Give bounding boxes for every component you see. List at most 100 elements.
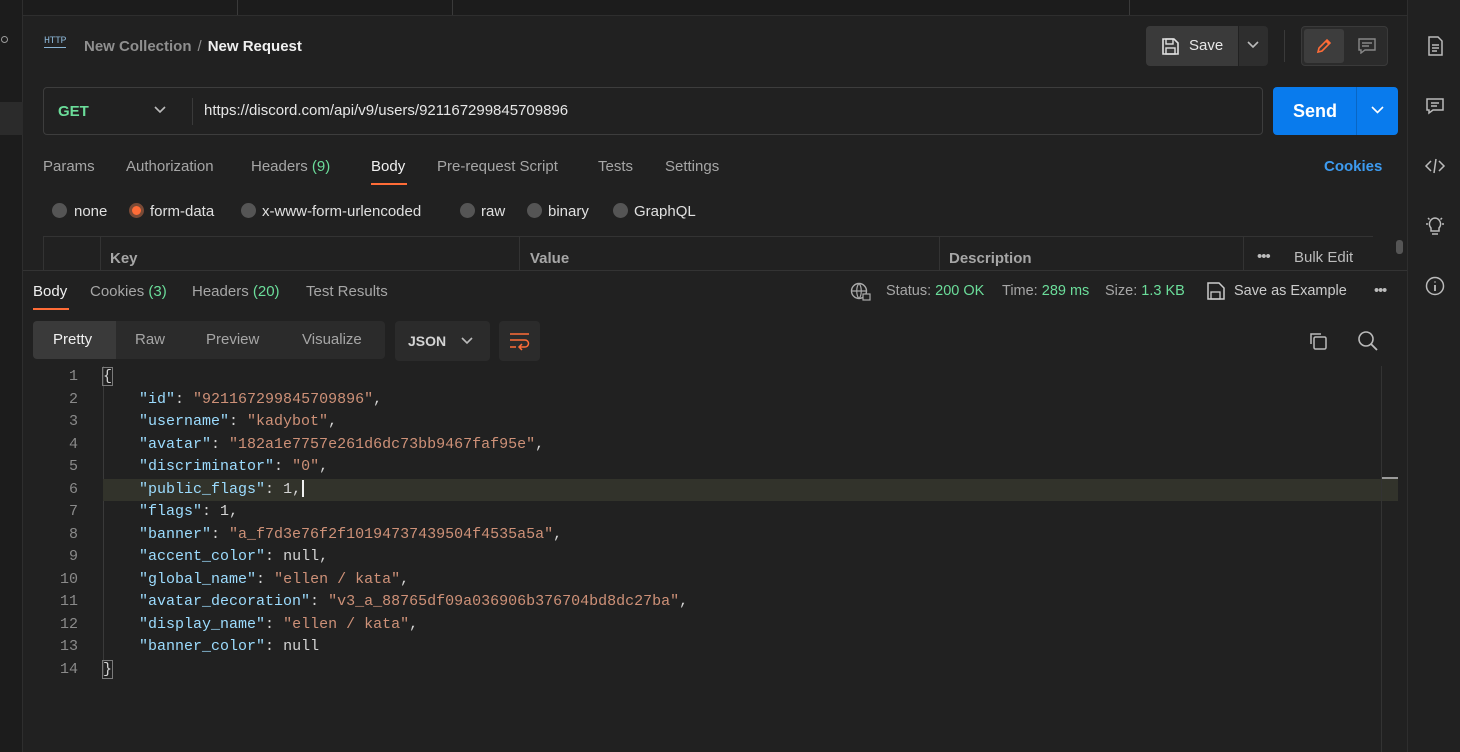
editor-scrollbar[interactable]: [1381, 366, 1382, 752]
code-line: 1{: [23, 366, 1398, 389]
request-tabs: Params Authorization Headers (9) Body Pr…: [43, 156, 1393, 186]
save-label: Save: [1189, 37, 1224, 54]
view-pretty-label: Pretty: [53, 331, 93, 348]
status-indicator: Status: 200 OK: [886, 283, 984, 299]
time-indicator: Time: 289 ms: [1002, 283, 1089, 299]
comment-mode-button[interactable]: [1348, 29, 1386, 63]
json-value: 1: [283, 480, 293, 498]
tab-tests[interactable]: Tests: [598, 158, 633, 175]
save-as-example-button[interactable]: Save as Example: [1234, 283, 1347, 299]
line-number: 4: [68, 435, 78, 453]
pane-resize-handle[interactable]: [23, 270, 1407, 271]
status-value: 200 OK: [935, 283, 985, 299]
size-label: Size:: [1105, 283, 1138, 299]
more-options-icon[interactable]: •••: [1257, 248, 1271, 265]
edit-mode-button[interactable]: [1304, 29, 1344, 63]
json-key: "avatar": [139, 435, 212, 453]
json-value: "v3_a_88765df09a036906b376704bd8dc27ba": [328, 593, 680, 610]
table-col-border: [100, 237, 101, 271]
format-select-value: JSON: [408, 333, 447, 349]
line-number: 3: [68, 413, 78, 430]
line-number: 11: [59, 593, 78, 610]
tab-prerequest-script[interactable]: Pre-request Script: [437, 158, 558, 175]
header-divider: [1284, 30, 1285, 62]
method-select[interactable]: GET: [58, 103, 89, 120]
code-line: 2 "id": "921167299845709896",: [23, 389, 1398, 412]
radio-raw-label[interactable]: raw: [481, 203, 505, 220]
text-cursor: [302, 480, 305, 498]
tab-params[interactable]: Params: [43, 158, 95, 175]
lightbulb-icon[interactable]: [1424, 215, 1446, 237]
sidebar-dot-icon[interactable]: [1, 36, 8, 43]
wrap-lines-button[interactable]: [499, 321, 540, 361]
save-dropdown-button[interactable]: [1239, 26, 1268, 66]
save-button[interactable]: Save: [1146, 26, 1238, 66]
chat-icon[interactable]: [1424, 95, 1446, 117]
line-number: 1: [68, 368, 78, 385]
code-line: 5 "discriminator": "0",: [23, 456, 1398, 479]
format-select[interactable]: JSON: [395, 321, 490, 361]
response-more-icon[interactable]: •••: [1374, 283, 1387, 299]
response-body-editor[interactable]: 1{2 "id": "921167299845709896", 3 "userna…: [23, 366, 1398, 752]
chevron-down-icon[interactable]: [1371, 106, 1384, 114]
radio-form-data-label[interactable]: form-data: [150, 203, 214, 220]
bulk-edit-button[interactable]: Bulk Edit: [1294, 249, 1353, 266]
response-tab-test-results[interactable]: Test Results: [306, 283, 388, 300]
tab-authorization[interactable]: Authorization: [126, 158, 214, 175]
sidebar-selected-item[interactable]: [0, 102, 23, 135]
radio-none-label[interactable]: none: [74, 203, 107, 220]
radio-graphql[interactable]: [613, 203, 628, 218]
code-icon[interactable]: [1424, 155, 1446, 177]
tab-separator: [452, 0, 453, 15]
document-icon[interactable]: [1424, 35, 1446, 57]
response-tab-cookies[interactable]: Cookies (3): [90, 283, 167, 300]
request-scrollbar[interactable]: [1396, 240, 1403, 254]
response-tab-cookies-label: Cookies: [90, 283, 145, 300]
radio-binary[interactable]: [527, 203, 542, 218]
json-key: "banner": [139, 525, 212, 543]
json-key: "discriminator": [139, 458, 275, 475]
active-tab-indicator: [33, 308, 69, 310]
table-col-border: [43, 237, 44, 271]
view-visualize-button[interactable]: Visualize: [302, 331, 362, 348]
size-value: 1.3 KB: [1141, 283, 1185, 299]
breadcrumb-separator: /: [197, 38, 202, 55]
chevron-down-icon[interactable]: [154, 106, 166, 114]
send-button[interactable]: Send: [1273, 87, 1398, 135]
code-line: 14}: [23, 659, 1398, 682]
tab-headers[interactable]: Headers (9): [251, 158, 330, 175]
code-content: "discriminator": "0",: [139, 458, 329, 475]
json-key: "id": [139, 390, 176, 408]
http-icon: HTTP: [44, 36, 67, 48]
code-content: }: [101, 659, 114, 682]
save-icon: [1207, 282, 1225, 300]
radio-urlencoded-label[interactable]: x-www-form-urlencoded: [262, 203, 421, 220]
globe-icon[interactable]: [850, 282, 871, 302]
line-number: 5: [68, 458, 78, 475]
response-tab-headers-label: Headers: [192, 283, 249, 300]
view-raw-button[interactable]: Raw: [135, 331, 165, 348]
line-number: 8: [68, 525, 78, 543]
radio-binary-label[interactable]: binary: [548, 203, 589, 220]
tab-settings[interactable]: Settings: [665, 158, 719, 175]
radio-graphql-label[interactable]: GraphQL: [634, 203, 696, 220]
mode-toggle-group: [1301, 26, 1388, 66]
view-preview-button[interactable]: Preview: [206, 331, 259, 348]
table-col-border: [1243, 237, 1244, 271]
view-pretty-button[interactable]: Pretty: [33, 321, 116, 359]
breadcrumb-request-name[interactable]: New Request: [208, 38, 302, 55]
tab-body[interactable]: Body: [371, 158, 405, 175]
copy-icon[interactable]: [1308, 331, 1328, 351]
url-input[interactable]: https://discord.com/api/v9/users/9211672…: [204, 102, 568, 119]
radio-form-data[interactable]: [129, 203, 144, 218]
breadcrumb-collection[interactable]: New Collection: [84, 38, 192, 55]
radio-none[interactable]: [52, 203, 67, 218]
response-tab-body[interactable]: Body: [33, 283, 67, 300]
cookies-link[interactable]: Cookies: [1324, 158, 1382, 175]
radio-raw[interactable]: [460, 203, 475, 218]
response-tab-headers[interactable]: Headers (20): [192, 283, 280, 300]
search-icon[interactable]: [1357, 330, 1378, 351]
radio-urlencoded[interactable]: [241, 203, 256, 218]
code-content: "accent_color": null,: [139, 548, 329, 565]
info-icon[interactable]: [1424, 275, 1446, 297]
